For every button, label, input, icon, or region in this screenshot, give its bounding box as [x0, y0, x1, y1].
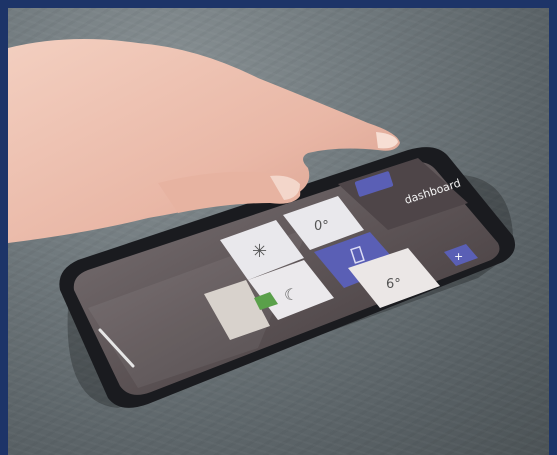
moon-icon: ☾ — [284, 285, 298, 304]
photo-background: dashboard ✳ 0° ☾ 6° + — [8, 8, 549, 455]
plus-icon: + — [454, 250, 463, 263]
dial-icon: 6° — [386, 277, 401, 292]
asterisk-icon: ✳ — [252, 241, 267, 262]
degree-icon: 0° — [314, 219, 329, 234]
smartphone: dashboard ✳ 0° ☾ 6° + — [8, 39, 516, 408]
